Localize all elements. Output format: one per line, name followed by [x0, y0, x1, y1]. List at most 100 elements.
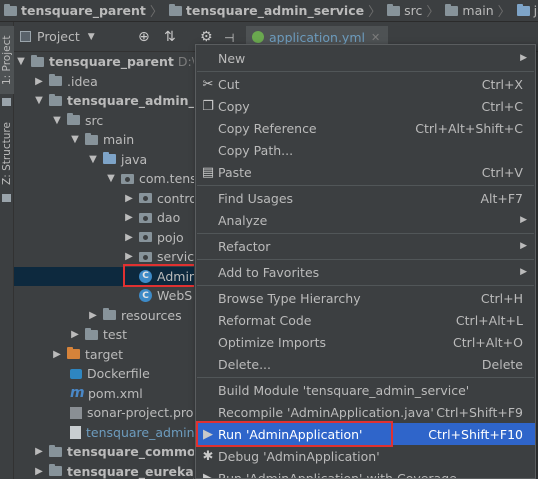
collapse-all-icon[interactable]: ⇅ [164, 29, 176, 45]
tree-item[interactable]: ▼ main [14, 130, 194, 150]
tree-item[interactable]: ▼ com.tens [14, 169, 194, 189]
tree-item[interactable]: ▶ contro [14, 189, 194, 209]
maven-icon: m [70, 385, 85, 402]
tree-item[interactable]: Dockerfile [14, 364, 194, 384]
editor-tab-label: application.yml [269, 29, 365, 45]
chevron-right-icon: 〉 [368, 5, 382, 20]
module-folder-icon [168, 3, 182, 16]
package-icon [139, 232, 152, 243]
collapsed-arrow-icon[interactable]: ▶ [70, 329, 80, 340]
menu-item-copy-reference[interactable]: Copy Reference Ctrl+Alt+Shift+C [196, 117, 535, 139]
menu-separator [197, 377, 534, 378]
locate-crosshair-icon[interactable]: ⊕ [138, 29, 150, 45]
menu-item-build-module[interactable]: Build Module 'tensquare_admin_service' [196, 379, 535, 401]
tree-item[interactable]: ▶ resources [14, 306, 194, 326]
menu-item-refactor[interactable]: Refactor ▶ [196, 235, 535, 257]
chevron-right-icon: 〉 [426, 5, 440, 20]
tree-item[interactable]: C WebS [14, 286, 194, 306]
tab-structure[interactable]: Z: Structure [0, 118, 14, 190]
tree-item[interactable]: m pom.xml [14, 384, 194, 404]
menu-item-browse-type-hierarchy[interactable]: Browse Type Hierarchy Ctrl+H [196, 287, 535, 309]
copy-icon: ❐ [202, 98, 214, 114]
menu-item-copy[interactable]: ❐ Copy Ctrl+C [196, 95, 535, 117]
tab-project[interactable]: 1: Project [0, 26, 14, 94]
menu-item-find-usages[interactable]: Find Usages Alt+F7 [196, 187, 535, 209]
tree-item[interactable]: ▶ pojo [14, 228, 194, 248]
expanded-arrow-icon[interactable]: ▼ [34, 95, 44, 106]
collapsed-arrow-icon[interactable]: ▶ [34, 76, 44, 87]
tree-item[interactable]: ▶ tensquare_common [14, 442, 194, 462]
folder-icon [85, 132, 98, 145]
tree-item[interactable]: sonar-project.prop [14, 403, 194, 423]
menu-item-recompile[interactable]: Recompile 'AdminApplication.java' Ctrl+Sh… [196, 401, 535, 423]
project-view-dropdown[interactable]: Project ▼ [20, 29, 95, 44]
structure-tool-icon[interactable] [2, 194, 11, 202]
chevron-right-icon: 〉 [149, 5, 163, 20]
scissors-icon: ✂ [202, 76, 214, 92]
tree-item[interactable]: ▼ src [14, 111, 194, 131]
menu-item-reformat-code[interactable]: Reformat Code Ctrl+Alt+L [196, 309, 535, 331]
menu-item-paste[interactable]: ▤ Paste Ctrl+V [196, 161, 535, 183]
menu-item-delete[interactable]: Delete... Delete [196, 353, 535, 375]
collapsed-arrow-icon[interactable]: ▶ [124, 212, 134, 223]
menu-item-copy-path[interactable]: Copy Path... [196, 139, 535, 161]
tree-item[interactable]: ▶ test [14, 325, 194, 345]
menu-item-debug[interactable]: ✱ Debug 'AdminApplication' [196, 445, 535, 467]
iml-file-icon [70, 425, 81, 439]
tree-item[interactable]: tensquare_admin_ [14, 423, 194, 443]
menu-item-cut[interactable]: ✂ Cut Ctrl+X [196, 73, 535, 95]
menu-item-run-with-coverage[interactable]: ▶ Run 'AdminApplication' with Coverage [196, 467, 535, 479]
menu-separator [197, 259, 534, 260]
tree-item[interactable]: ▶ target [14, 345, 194, 365]
folder-icon [85, 327, 98, 340]
expanded-arrow-icon[interactable]: ▼ [88, 154, 98, 165]
debug-icon: ✱ [202, 448, 214, 464]
collapsed-arrow-icon[interactable]: ▶ [52, 349, 62, 360]
package-icon [139, 212, 152, 223]
tree-item[interactable]: ▼ tensquare_parent D:\Id [14, 52, 194, 72]
submenu-arrow-icon: ▶ [520, 53, 527, 63]
breadcrumb-item[interactable]: tensquare_parent [2, 3, 146, 18]
menu-separator [197, 185, 534, 186]
expanded-arrow-icon[interactable]: ▼ [52, 115, 62, 126]
breadcrumb-item[interactable]: src [385, 3, 422, 18]
gear-icon[interactable]: ⚙ [200, 29, 213, 45]
breadcrumb-item[interactable]: java [515, 3, 538, 18]
coverage-icon: ▶ [203, 470, 213, 479]
project-panel-title: Project [37, 29, 80, 44]
chevron-right-icon: 〉 [497, 5, 511, 20]
tree-item[interactable]: ▶ .idea [14, 72, 194, 92]
chevron-down-icon: ▼ [87, 31, 95, 42]
run-highlight-box [196, 421, 393, 447]
collapsed-arrow-icon[interactable]: ▶ [34, 446, 44, 457]
collapsed-arrow-icon[interactable]: ▶ [124, 251, 134, 262]
menu-item-new[interactable]: New ▶ [196, 47, 535, 69]
context-menu: New ▶ ✂ Cut Ctrl+X ❐ Copy Ctrl+C Copy Refer… [195, 44, 536, 479]
module-folder-icon [31, 54, 44, 67]
menu-item-analyze[interactable]: Analyze ▶ [196, 209, 535, 231]
breadcrumb-item[interactable]: main [443, 3, 494, 18]
collapsed-arrow-icon[interactable]: ▶ [34, 466, 44, 477]
project-tool-icon[interactable] [2, 98, 11, 106]
menu-separator [197, 285, 534, 286]
expanded-arrow-icon[interactable]: ▼ [70, 134, 80, 145]
tree-item[interactable]: ▼ tensquare_admin_se [14, 91, 194, 111]
collapsed-arrow-icon[interactable]: ▶ [88, 310, 98, 321]
tree-item[interactable]: ▶ dao [14, 208, 194, 228]
submenu-arrow-icon: ▶ [520, 241, 527, 251]
expanded-arrow-icon[interactable]: ▼ [106, 173, 116, 184]
close-icon[interactable]: ✕ [371, 31, 380, 44]
menu-item-optimize-imports[interactable]: Optimize Imports Ctrl+Alt+O [196, 331, 535, 353]
module-folder-icon [49, 444, 62, 457]
expanded-arrow-icon[interactable]: ▼ [16, 56, 26, 67]
module-folder-icon [49, 464, 62, 477]
collapsed-arrow-icon[interactable]: ▶ [124, 232, 134, 243]
breadcrumb-item[interactable]: tensquare_admin_service [167, 3, 364, 18]
folder-icon [67, 113, 80, 126]
menu-item-add-to-favorites[interactable]: Add to Favorites ▶ [196, 261, 535, 283]
tree-item[interactable]: ▼ java [14, 150, 194, 170]
module-folder-icon [4, 3, 17, 16]
hide-icon[interactable]: ⊣ [224, 31, 234, 45]
collapsed-arrow-icon[interactable]: ▶ [124, 193, 134, 204]
tree-item[interactable]: ▶ tensquare_eureka_se [14, 462, 194, 479]
